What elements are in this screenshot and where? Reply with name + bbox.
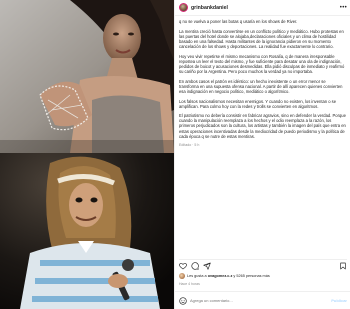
post-comment-button[interactable]: Publicar bbox=[331, 298, 347, 303]
post-panel: grinbankdaniel ••• q no se vuelva a pone… bbox=[174, 0, 350, 309]
action-bar bbox=[179, 259, 347, 270]
photo-rosalia bbox=[0, 0, 174, 153]
post-caption: q no se vuelva a poner las botas q usarí… bbox=[179, 19, 346, 230]
caption-paragraph: Hoy veo vivir repetirse el mismo mecanis… bbox=[179, 53, 345, 74]
share-icon[interactable] bbox=[203, 262, 211, 270]
likes-row[interactable]: Les gusta a ovagomez.c.z y 5265 personas… bbox=[179, 272, 347, 280]
liker-avatar bbox=[179, 273, 185, 279]
instagram-post: grinbankdaniel ••• q no se vuelva a pone… bbox=[0, 0, 350, 309]
comment-input[interactable] bbox=[190, 298, 332, 303]
photo-axl bbox=[0, 153, 174, 309]
emoji-icon[interactable] bbox=[179, 296, 187, 305]
post-header: grinbankdaniel ••• bbox=[175, 0, 350, 16]
heart-icon[interactable] bbox=[179, 262, 187, 270]
caption-paragraph: El patriotismo no debería consistir en f… bbox=[179, 113, 346, 139]
caption-paragraph: q no se vuelva a poner las botas q usarí… bbox=[179, 19, 298, 24]
post-date: Hace 4 horas bbox=[179, 282, 200, 286]
post-media[interactable] bbox=[0, 0, 174, 309]
username[interactable]: grinbankdaniel bbox=[191, 5, 228, 11]
comment-box: Publicar bbox=[175, 291, 350, 309]
avatar[interactable] bbox=[179, 3, 188, 12]
liker-username[interactable]: ovagomez.c.z bbox=[208, 274, 233, 278]
caption-paragraph: En ambos casos el patrón es idéntico: un… bbox=[179, 78, 343, 94]
edited-timestamp: Editado · 5 h bbox=[179, 143, 200, 148]
caption-paragraph: La mentira creció hasta convertirse en u… bbox=[179, 28, 344, 49]
comment-icon[interactable] bbox=[191, 262, 199, 270]
caption-paragraph: Los falsos nacionalismos necesitan enemi… bbox=[179, 98, 337, 109]
likes-text[interactable]: Les gusta a ovagomez.c.z y 5265 personas… bbox=[187, 274, 270, 278]
more-icon[interactable]: ••• bbox=[340, 5, 347, 11]
bookmark-icon[interactable] bbox=[339, 262, 347, 270]
